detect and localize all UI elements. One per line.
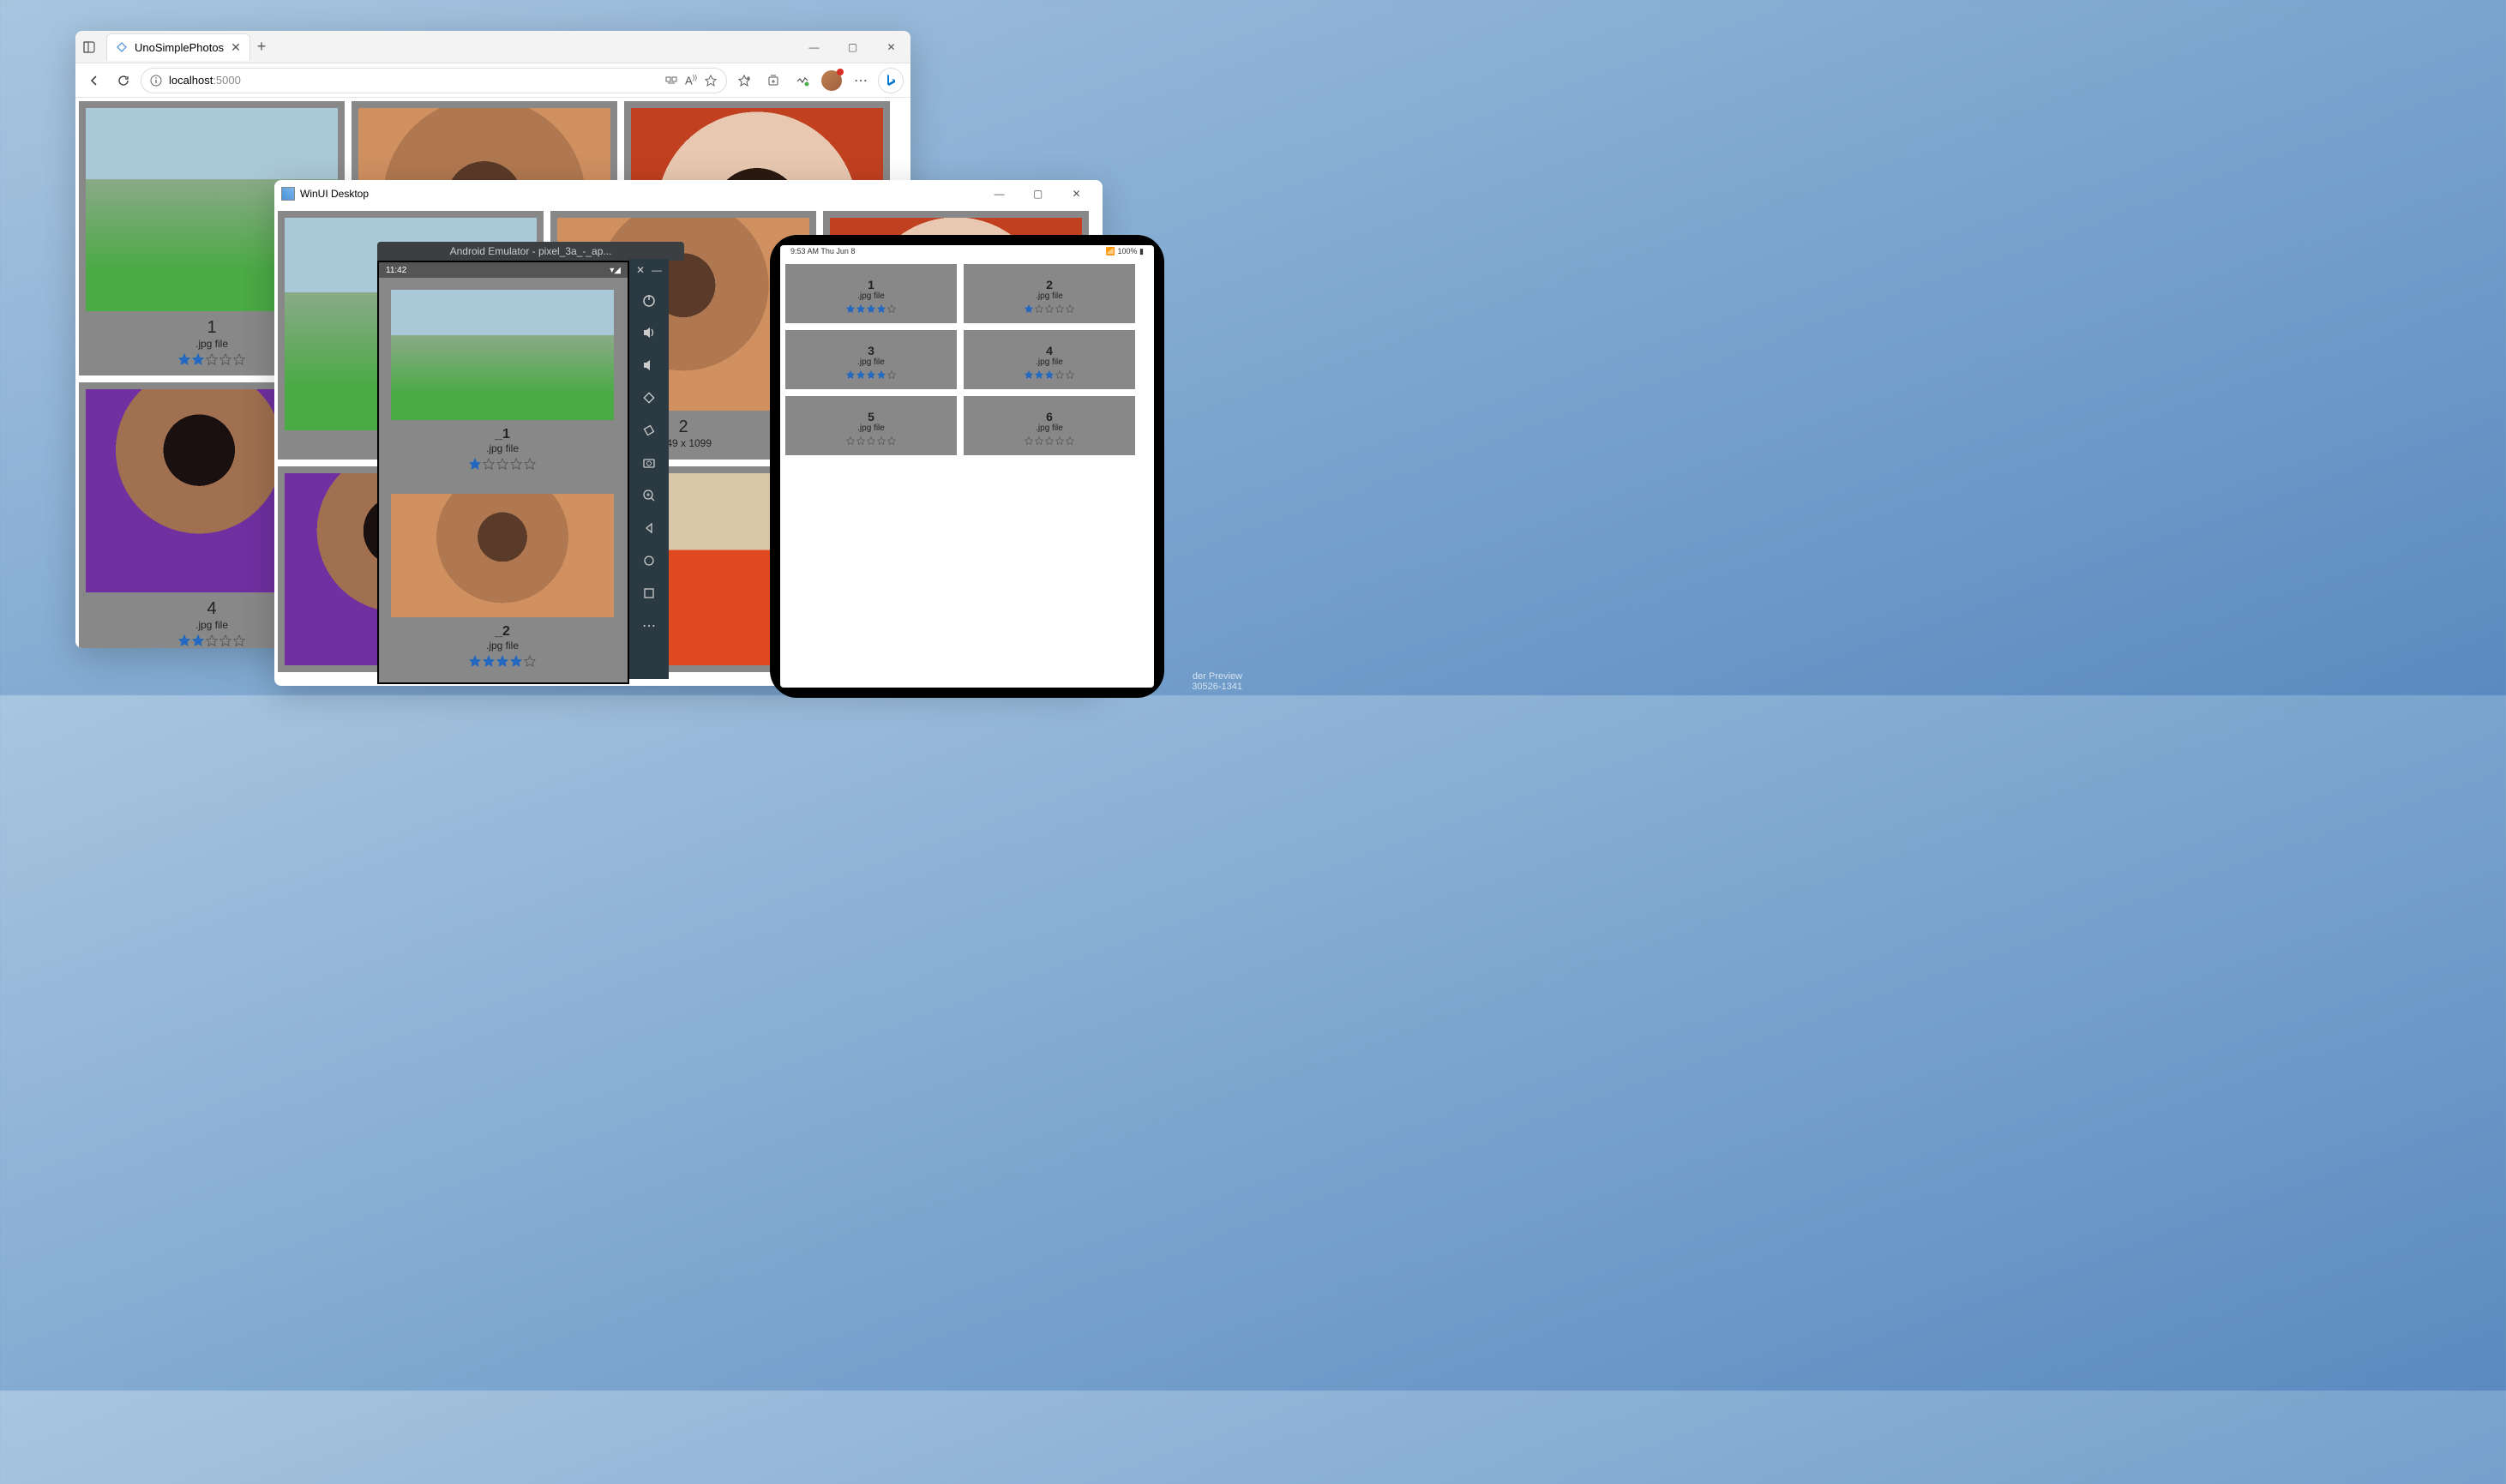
tab-favicon-icon <box>116 41 128 53</box>
edge-toolbar: localhost:5000 A)) ⋯ <box>75 63 910 98</box>
photo-title: _2 <box>394 624 610 640</box>
tab-title: UnoSimplePhotos <box>135 41 224 54</box>
favorite-icon[interactable] <box>704 74 718 87</box>
screenshot-icon[interactable] <box>637 451 661 475</box>
ipad-device: 9:53 AM Thu Jun 8 📶 100% ▮ 1.jpg file 2.… <box>770 235 1164 698</box>
photo-subtitle: .jpg file <box>796 357 947 367</box>
address-host: localhost:5000 <box>169 74 241 87</box>
android-statusbar: 11:42 ▾◢ <box>379 262 628 278</box>
address-bar[interactable]: localhost:5000 A)) <box>141 68 727 93</box>
minimize-button[interactable]: — <box>795 31 833 63</box>
winui-app-icon <box>281 187 295 201</box>
performance-button[interactable] <box>790 69 814 93</box>
emulator-minimize-icon[interactable]: — <box>652 264 662 276</box>
photo-title: 1 <box>796 278 947 291</box>
photo-subtitle: .jpg file <box>394 640 610 652</box>
rotate-left-icon[interactable] <box>637 386 661 410</box>
photo-card[interactable]: 5.jpg file <box>785 396 957 455</box>
power-icon[interactable] <box>637 288 661 312</box>
volume-up-icon[interactable] <box>637 321 661 345</box>
photo-title: 3 <box>796 344 947 357</box>
ipad-statusbar: 9:53 AM Thu Jun 8 📶 100% ▮ <box>780 245 1154 259</box>
photo-subtitle: .jpg file <box>394 442 610 454</box>
volume-down-icon[interactable] <box>637 353 661 377</box>
android-emulator: Android Emulator - pixel_3a_-_ap... 11:4… <box>377 242 684 688</box>
photo-subtitle: .jpg file <box>974 424 1125 433</box>
emulator-title[interactable]: Android Emulator - pixel_3a_-_ap... <box>377 242 684 261</box>
rating-stars[interactable] <box>974 436 1125 445</box>
photo-card[interactable]: 3.jpg file <box>785 330 957 389</box>
ipad-content: 1.jpg file 2.jpg file 3.jpg file 4.jpg f… <box>780 259 1154 460</box>
photo-title: _1 <box>394 427 610 442</box>
ipad-time: 9:53 AM Thu Jun 8 <box>790 247 855 257</box>
android-signal-icon: ▾◢ <box>610 266 621 275</box>
rating-stars[interactable] <box>796 436 947 445</box>
tabactions-icon[interactable] <box>75 31 103 63</box>
emulator-close-icon[interactable]: ✕ <box>636 264 645 276</box>
close-button[interactable]: ✕ <box>872 31 910 63</box>
photo-subtitle: .jpg file <box>974 291 1125 301</box>
winui-titlebar: WinUI Desktop — ▢ ✕ <box>274 180 1103 207</box>
winui-title: WinUI Desktop <box>300 188 369 200</box>
nav-home-icon[interactable] <box>637 549 661 573</box>
photo-card[interactable]: 1.jpg file <box>785 264 957 323</box>
rating-stars[interactable] <box>974 370 1125 379</box>
photo-card[interactable]: _2 .jpg file <box>384 487 621 677</box>
android-time: 11:42 <box>386 266 406 275</box>
watermark: der Preview 30526-1341 <box>1187 668 1247 695</box>
bing-button[interactable] <box>878 68 904 93</box>
photo-card[interactable]: 6.jpg file <box>964 396 1135 455</box>
browser-tab[interactable]: UnoSimplePhotos ✕ <box>106 33 250 61</box>
favorites-button[interactable] <box>732 69 756 93</box>
photo-subtitle: .jpg file <box>796 291 947 301</box>
nav-back-icon[interactable] <box>637 516 661 540</box>
maximize-button[interactable]: ▢ <box>833 31 872 63</box>
photo-title: 2 <box>974 278 1125 291</box>
maximize-button[interactable]: ▢ <box>1019 180 1057 210</box>
nav-overview-icon[interactable] <box>637 581 661 605</box>
close-button[interactable]: ✕ <box>1057 180 1096 210</box>
rating-stars[interactable] <box>394 655 610 667</box>
extensions-icon[interactable] <box>664 74 678 87</box>
back-button[interactable] <box>82 69 106 93</box>
rating-stars[interactable] <box>796 370 947 379</box>
photo-thumbnail <box>391 290 614 420</box>
emulator-toolbar: ✕ — ⋯ <box>629 259 669 679</box>
ipad-screen: 9:53 AM Thu Jun 8 📶 100% ▮ 1.jpg file 2.… <box>780 245 1154 688</box>
ipad-battery: 📶 100% ▮ <box>1106 247 1144 257</box>
readaloud-icon[interactable]: A)) <box>685 74 697 87</box>
rotate-right-icon[interactable] <box>637 418 661 442</box>
rating-stars[interactable] <box>974 304 1125 313</box>
photo-subtitle: .jpg file <box>796 424 947 433</box>
edge-titlebar: UnoSimplePhotos ✕ + — ▢ ✕ <box>75 31 910 63</box>
rating-stars[interactable] <box>394 458 610 470</box>
photo-title: 5 <box>796 410 947 424</box>
photo-subtitle: .jpg file <box>974 357 1125 367</box>
android-frame: 11:42 ▾◢ _1 .jpg file <box>377 261 629 684</box>
new-tab-button[interactable]: + <box>257 38 267 56</box>
collections-button[interactable] <box>761 69 785 93</box>
photo-thumbnail <box>391 494 614 617</box>
profile-button[interactable] <box>820 69 844 93</box>
more-icon[interactable]: ⋯ <box>637 614 661 638</box>
zoom-icon[interactable] <box>637 484 661 508</box>
site-info-icon[interactable] <box>150 75 162 87</box>
tab-close-icon[interactable]: ✕ <box>231 40 241 55</box>
more-button[interactable]: ⋯ <box>849 69 873 93</box>
photo-title: 6 <box>974 410 1125 424</box>
photo-card[interactable]: 4.jpg file <box>964 330 1135 389</box>
photo-title: 4 <box>974 344 1125 357</box>
minimize-button[interactable]: — <box>980 180 1019 210</box>
rating-stars[interactable] <box>796 304 947 313</box>
photo-card[interactable]: _1 .jpg file <box>384 283 621 480</box>
photo-card[interactable]: 2.jpg file <box>964 264 1135 323</box>
android-screen: 11:42 ▾◢ _1 .jpg file <box>379 262 628 682</box>
refresh-button[interactable] <box>111 69 135 93</box>
